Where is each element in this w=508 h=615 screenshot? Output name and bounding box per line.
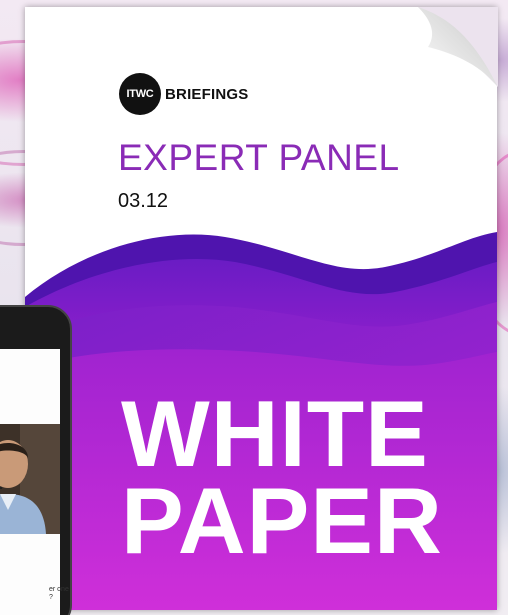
headline: WHITE PAPER bbox=[121, 381, 497, 573]
phone-caption: er one ? bbox=[49, 586, 69, 601]
cover-scene: ITWC BRIEFINGS EXPERT PANEL 03.12 WHITE … bbox=[0, 0, 508, 615]
speaker-portrait bbox=[0, 424, 60, 534]
panel-title: EXPERT PANEL bbox=[118, 137, 400, 178]
headline-line1: WHITE bbox=[121, 381, 429, 486]
phone-screen bbox=[0, 349, 60, 615]
page-curl bbox=[418, 7, 498, 87]
logo-badge: ITWC bbox=[119, 73, 161, 115]
logo-wordmark: BRIEFINGS bbox=[165, 85, 249, 103]
headline-line2: PAPER bbox=[121, 468, 443, 573]
video-thumbnail[interactable] bbox=[0, 424, 60, 534]
itwc-logo: ITWC BRIEFINGS bbox=[119, 73, 248, 115]
smartphone bbox=[0, 305, 72, 615]
white-paper-cover: ITWC BRIEFINGS EXPERT PANEL 03.12 WHITE … bbox=[25, 7, 497, 610]
